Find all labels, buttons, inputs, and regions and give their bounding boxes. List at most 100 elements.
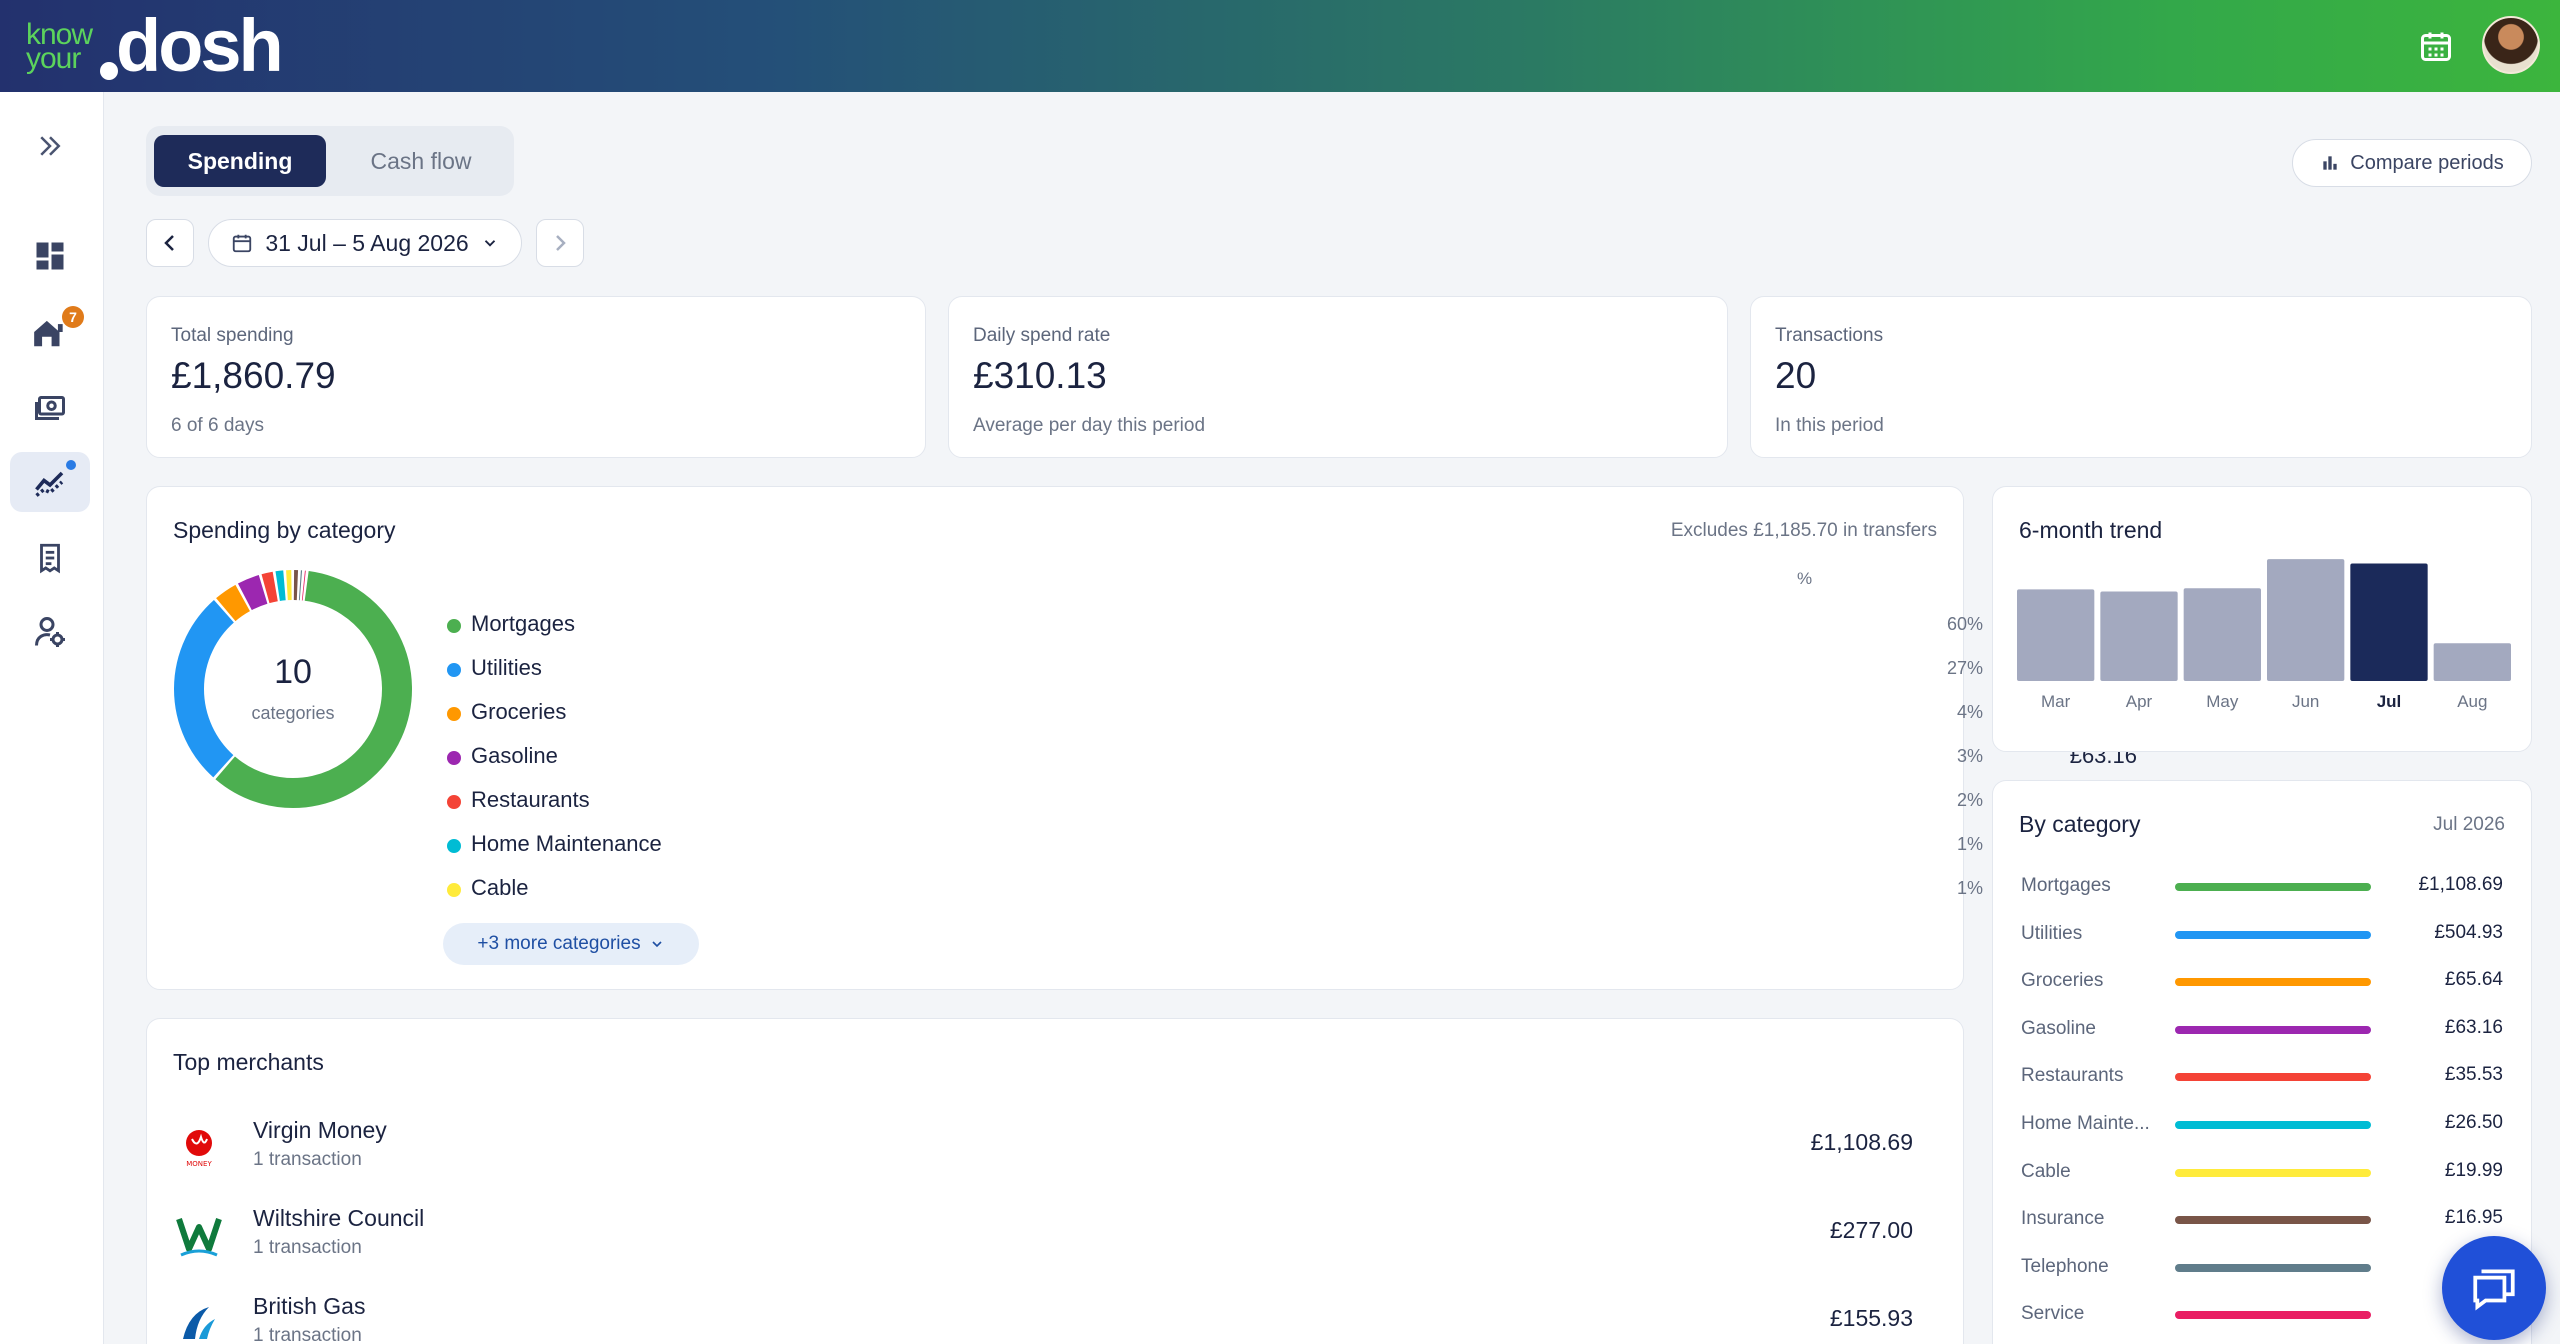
- kpi-transactions: Transactions 20 In this period: [1750, 296, 2532, 458]
- merchant-row[interactable]: MONEY Virgin Money 1 transaction £1,108.…: [173, 1109, 1913, 1189]
- logo-dosh: dosh: [116, 4, 284, 87]
- by-category-bar: [2175, 978, 2371, 987]
- trend-bar-mar[interactable]: [2017, 589, 2095, 681]
- trend-bar-chart: Mar Apr May Jun Jul Aug: [2017, 559, 2511, 711]
- donut-slice-home-maintenance[interactable]: [275, 570, 286, 601]
- category-name: Restaurants: [471, 787, 590, 812]
- logo-your: your: [26, 42, 81, 75]
- trend-bar-apr[interactable]: [2100, 591, 2178, 681]
- trend-tick-label: Jun: [2292, 692, 2319, 711]
- by-category-row[interactable]: Home Mainte... £26.50: [2021, 1109, 2505, 1139]
- merchant-row[interactable]: Wiltshire Council 1 transaction £277.00: [173, 1197, 1913, 1277]
- tab-spending[interactable]: Spending: [154, 135, 326, 187]
- trend-chart-icon: [35, 471, 64, 497]
- trend-tick-label: Jul: [2377, 692, 2402, 711]
- merchant-transaction-count: 1 transaction: [253, 1149, 362, 1170]
- by-category-bar: [2175, 930, 2371, 939]
- by-category-name: Restaurants: [2021, 1065, 2124, 1087]
- by-category-bar: [2175, 1073, 2371, 1082]
- donut-center-label: categories: [251, 703, 335, 723]
- by-category-bar: [2175, 883, 2371, 891]
- merchant-name: British Gas: [253, 1293, 366, 1319]
- trend-bar-aug[interactable]: [2433, 643, 2511, 681]
- donut-slice-groceries[interactable]: [216, 584, 251, 622]
- by-category-row[interactable]: Mortgages £1,108.69: [2021, 871, 2505, 901]
- by-category-row[interactable]: Service£: [2021, 1299, 2505, 1329]
- donut-slice-gasoline[interactable]: [237, 575, 268, 611]
- previous-period-button[interactable]: [146, 219, 194, 267]
- merchant-name: Virgin Money: [253, 1117, 387, 1143]
- sidebar-item-insights[interactable]: [10, 452, 90, 512]
- category-row[interactable]: Home Maintenance1%£26.50: [447, 829, 2137, 859]
- by-category-name: Cable: [2021, 1160, 2071, 1182]
- by-category-name: Telephone: [2021, 1255, 2109, 1277]
- trend-bar-may[interactable]: [2183, 588, 2261, 681]
- by-category-amount: £16.95: [2444, 1207, 2503, 1229]
- by-category-name: Gasoline: [2021, 1017, 2096, 1039]
- merchant-amount: £155.93: [1829, 1305, 1913, 1331]
- by-category-row[interactable]: Insurance £16.95: [2021, 1204, 2505, 1234]
- by-category-row[interactable]: Telephone£: [2021, 1252, 2505, 1282]
- calendar-button[interactable]: [2414, 24, 2458, 68]
- period-label: Jul 2026: [2433, 814, 2505, 835]
- category-row[interactable]: Mortgages60%£1,108.69: [447, 609, 2137, 639]
- user-avatar[interactable]: [2482, 16, 2540, 74]
- category-percent: 2%: [1956, 790, 1983, 810]
- tab-cash-flow[interactable]: Cash flow: [336, 135, 506, 187]
- category-row[interactable]: Restaurants2%£35.53: [447, 785, 2137, 815]
- sidebar-item-property[interactable]: 7: [10, 302, 90, 362]
- by-category-amount: £26.50: [2444, 1112, 2503, 1133]
- by-category-row[interactable]: Groceries £65.64: [2021, 966, 2505, 996]
- kpi-sub: In this period: [1775, 415, 1884, 436]
- sidebar-item-receipts[interactable]: [10, 528, 90, 588]
- category-color-dot: [447, 663, 461, 677]
- top-merchants-card: Top merchants MONEY Virgin Money 1 trans…: [146, 1018, 1964, 1344]
- sidebar-item-tools[interactable]: [10, 602, 90, 662]
- sidebar-item-dashboard[interactable]: [10, 226, 90, 286]
- compare-periods-label: Compare periods: [2350, 151, 2504, 174]
- british-gas-logo: [173, 1297, 225, 1344]
- by-category-amount: £35.53: [2444, 1064, 2503, 1086]
- chat-button[interactable]: [2442, 1236, 2546, 1340]
- by-category-name: Groceries: [2021, 970, 2104, 992]
- trend-bar-jul[interactable]: [2350, 563, 2428, 681]
- wiltshire-council-logo: [173, 1209, 225, 1261]
- category-name: Mortgages: [471, 611, 575, 636]
- trend-bar-jun[interactable]: [2267, 559, 2345, 681]
- category-row[interactable]: Utilities27%£504.93: [447, 653, 2137, 683]
- compare-periods-button[interactable]: Compare periods: [2292, 139, 2532, 187]
- brand-logo[interactable]: know your dosh: [26, 4, 306, 87]
- trend-tick-label: Apr: [2126, 692, 2153, 711]
- by-category-amount: £504.93: [2434, 921, 2503, 943]
- by-category-row[interactable]: Restaurants £35.53: [2021, 1061, 2505, 1091]
- trend-tick-label: Mar: [2041, 692, 2071, 711]
- sidebar-expand-button[interactable]: [10, 116, 90, 176]
- kpi-sub: 6 of 6 days: [171, 415, 264, 436]
- next-period-button[interactable]: [536, 219, 584, 267]
- by-category-amount: £1,108.69: [2418, 874, 2503, 895]
- donut-slice-restaurants[interactable]: [261, 571, 278, 604]
- dashboard-icon: [36, 242, 64, 270]
- category-color-dot: [447, 839, 461, 853]
- chevron-down-icon: [651, 941, 662, 948]
- spending-by-category-card: Spending by category Excludes £1,185.70 …: [146, 486, 2137, 990]
- category-row[interactable]: Groceries4%£65.64: [447, 697, 2137, 727]
- category-percent: 1%: [1956, 834, 1983, 854]
- sidebar-item-money[interactable]: [10, 378, 90, 438]
- merchant-row[interactable]: British Gas 1 transaction £155.93: [173, 1285, 1913, 1344]
- by-category-row[interactable]: Gasoline £63.16: [2021, 1014, 2505, 1044]
- category-row[interactable]: Cable1%£19.99: [447, 873, 2137, 903]
- by-category-bar: [2175, 1121, 2371, 1129]
- by-category-name: Insurance: [2021, 1208, 2105, 1230]
- column-header-percent: %: [1797, 569, 1813, 588]
- calendar-icon: [2421, 32, 2451, 61]
- by-category-row[interactable]: Utilities £504.93: [2021, 919, 2505, 949]
- kpi-sub: Average per day this period: [973, 415, 1206, 436]
- category-percent: 27%: [1946, 658, 1983, 678]
- merchant-transaction-count: 1 transaction: [253, 1237, 362, 1258]
- view-tabs: Spending Cash flow: [146, 126, 514, 196]
- date-range-picker[interactable]: 31 Jul – 5 Aug 2026: [208, 219, 522, 267]
- category-row[interactable]: Gasoline 3% £63.16: [447, 741, 2137, 771]
- by-category-row[interactable]: Cable £19.99: [2021, 1157, 2505, 1187]
- more-categories-button[interactable]: +3 more categories: [443, 923, 699, 965]
